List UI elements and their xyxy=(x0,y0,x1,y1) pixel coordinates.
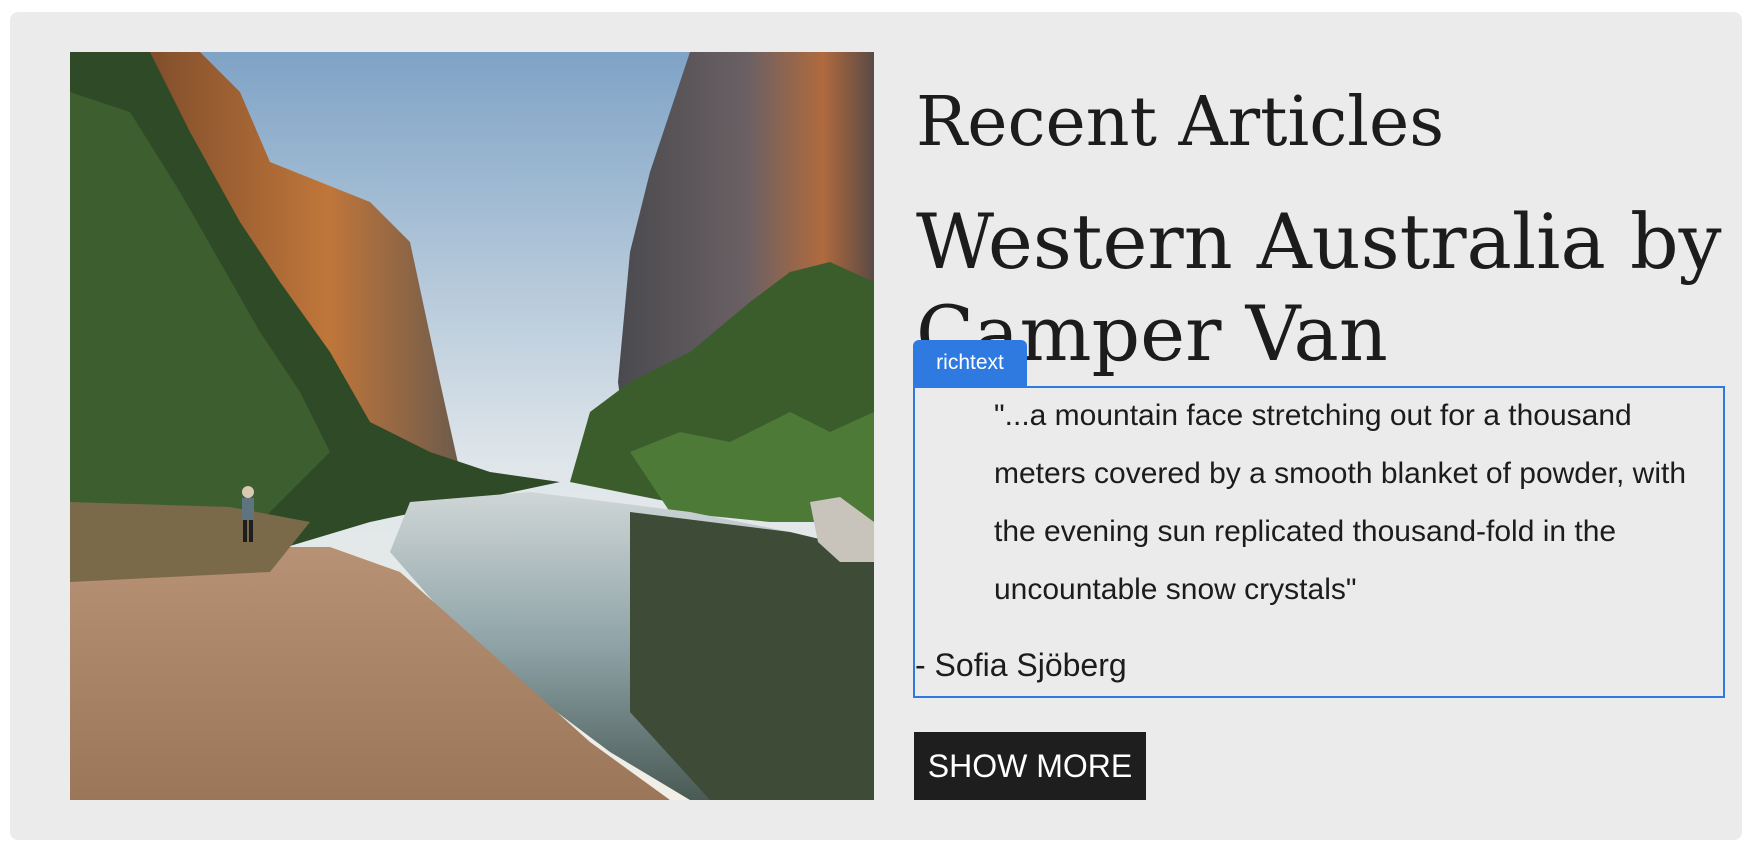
article-title[interactable]: Western Australia by Camper Van xyxy=(916,196,1736,380)
gorge-illustration xyxy=(70,52,874,800)
richtext-component-tag[interactable]: richtext xyxy=(913,340,1027,386)
section-title: Recent Articles xyxy=(916,83,1445,162)
show-more-button[interactable]: SHOW MORE xyxy=(914,732,1146,800)
article-image xyxy=(70,52,874,800)
article-quote[interactable]: "...a mountain face stretching out for a… xyxy=(994,387,1694,619)
quote-author[interactable]: - Sofia Sjöberg xyxy=(915,640,1127,690)
